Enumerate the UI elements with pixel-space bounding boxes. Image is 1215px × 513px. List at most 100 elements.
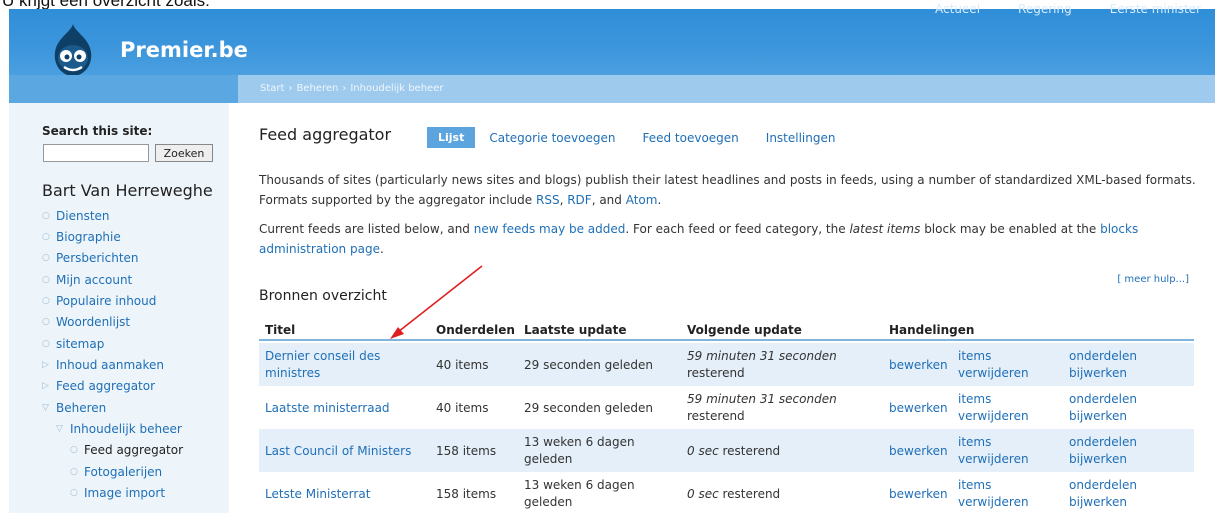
triangle-down-icon: ▽: [42, 403, 49, 413]
feed-items-count: 158 items: [436, 487, 497, 501]
feed-last-update: 29 seconden geleden: [524, 358, 654, 372]
table-row: Dernier conseil des ministres 40 items 2…: [259, 343, 1194, 386]
breadcrumb-bar: Start › Beheren › Inhoudelijk beheer: [238, 75, 1215, 103]
drupal-logo-icon[interactable]: [45, 22, 101, 78]
breadcrumb-start[interactable]: Start: [260, 83, 284, 94]
tab-bar: Lijst Categorie toevoegen Feed toevoegen…: [427, 127, 862, 148]
sidebar-item-image-import[interactable]: ○ Image import: [70, 484, 165, 502]
triangle-right-icon: ▷: [42, 360, 49, 370]
table-row: Laatste ministerraad 40 items 29 seconde…: [259, 386, 1194, 429]
feed-title-link[interactable]: Last Council of Ministers: [265, 443, 415, 460]
site-name[interactable]: Premier.be: [120, 38, 248, 62]
feed-last-update: 13 weken 6 dagen geleden: [524, 435, 635, 466]
user-name-heading: Bart Van Herreweghe: [42, 181, 213, 200]
circle-bullet-icon: ○: [70, 445, 78, 455]
sidebar-item-populaire-inhoud[interactable]: ○ Populaire inhoud: [42, 292, 156, 310]
update-items-link[interactable]: onderdelen bijwerken: [1069, 477, 1169, 511]
top-navigation: Actueel Regering Eerste minister: [935, 2, 1201, 16]
feed-title-link[interactable]: Letste Ministerrat: [265, 486, 415, 503]
feed-items-count: 158 items: [436, 444, 497, 458]
tab-instellingen[interactable]: Instellingen: [766, 131, 836, 145]
rdf-link[interactable]: RDF: [567, 193, 591, 207]
column-header-handelingen: Handelingen: [889, 323, 975, 337]
circle-bullet-icon: ○: [42, 296, 50, 306]
remove-items-link[interactable]: items verwijderen: [958, 391, 1048, 425]
edit-feed-link[interactable]: bewerken: [889, 443, 948, 460]
column-header-onderdelen: Onderdelen: [436, 323, 515, 337]
page-title: Feed aggregator: [259, 125, 392, 144]
current-feeds-paragraph: Current feeds are listed below, and new …: [259, 222, 1139, 256]
sidebar-item-inhoud-aanmaken[interactable]: ▷ Inhoud aanmaken: [42, 356, 164, 374]
circle-bullet-icon: ○: [70, 467, 78, 477]
topnav-regering[interactable]: Regering: [1018, 2, 1072, 16]
breadcrumb-separator: ›: [342, 83, 347, 94]
circle-bullet-icon: ○: [42, 232, 50, 242]
new-feeds-link[interactable]: new feeds may be added: [474, 222, 626, 236]
feed-items-count: 40 items: [436, 358, 489, 372]
sidebar-item-persberichten[interactable]: ○ Persberichten: [42, 249, 139, 267]
feed-last-update: 13 weken 6 dagen geleden: [524, 478, 635, 509]
breadcrumb-beheren[interactable]: Beheren: [296, 83, 338, 94]
circle-bullet-icon: ○: [70, 488, 78, 498]
header-band: Start › Beheren › Inhoudelijk beheer: [9, 75, 1215, 103]
tab-categorie-toevoegen[interactable]: Categorie toevoegen: [489, 131, 615, 145]
intro-paragraph: Thousands of sites (particularly news si…: [259, 173, 1196, 207]
column-header-laatste-update: Laatste update: [524, 323, 627, 337]
table-header: Titel Onderdelen Laatste update Volgende…: [259, 319, 1194, 341]
table-row: Last Council of Ministers 158 items 13 w…: [259, 429, 1194, 472]
circle-bullet-icon: ○: [42, 339, 50, 349]
sidebar-item-mijn-account[interactable]: ○ Mijn account: [42, 271, 132, 289]
column-header-volgende-update: Volgende update: [687, 323, 802, 337]
sidebar-item-feed-aggregator[interactable]: ▷ Feed aggregator: [42, 377, 155, 395]
search-button[interactable]: Zoeken: [155, 144, 213, 162]
circle-bullet-icon: ○: [42, 253, 50, 263]
topnav-eerste-minister[interactable]: Eerste minister: [1110, 2, 1201, 16]
edit-feed-link[interactable]: bewerken: [889, 486, 948, 503]
sidebar-item-beheren[interactable]: ▽ Beheren: [42, 399, 106, 417]
sidebar-item-biographie[interactable]: ○ Biographie: [42, 228, 121, 246]
breadcrumb: Start › Beheren › Inhoudelijk beheer: [260, 83, 443, 94]
sidebar: Search this site: Zoeken Bart Van Herrew…: [9, 103, 229, 513]
section-title: Bronnen overzicht: [259, 288, 387, 304]
edit-feed-link[interactable]: bewerken: [889, 400, 948, 417]
search-label: Search this site:: [42, 124, 153, 138]
sidebar-item-woordenlijst[interactable]: ○ Woordenlijst: [42, 313, 130, 331]
feed-title-link[interactable]: Dernier conseil des ministres: [265, 348, 415, 382]
feed-title-link[interactable]: Laatste ministerraad: [265, 400, 415, 417]
sidebar-item-diensten[interactable]: ○ Diensten: [42, 207, 110, 225]
remove-items-link[interactable]: items verwijderen: [958, 477, 1048, 511]
remove-items-link[interactable]: items verwijderen: [958, 434, 1048, 468]
circle-bullet-icon: ○: [42, 211, 50, 221]
more-help-link[interactable]: [ meer hulp...]: [1117, 274, 1189, 285]
table-row: Letste Ministerrat 158 items 13 weken 6 …: [259, 472, 1194, 513]
circle-bullet-icon: ○: [42, 275, 50, 285]
breadcrumb-inhoudelijk-beheer[interactable]: Inhoudelijk beheer: [350, 83, 443, 94]
feed-next-update: 59 minuten 31 seconden resterend: [687, 349, 837, 380]
tab-feed-toevoegen[interactable]: Feed toevoegen: [642, 131, 738, 145]
rss-link[interactable]: RSS: [536, 193, 560, 207]
edit-feed-link[interactable]: bewerken: [889, 357, 948, 374]
triangle-right-icon: ▷: [42, 381, 49, 391]
feed-last-update: 29 seconden geleden: [524, 401, 654, 415]
search-input[interactable]: [43, 144, 149, 162]
sidebar-item-inhoudelijk-beheer[interactable]: ▽ Inhoudelijk beheer: [56, 420, 182, 438]
topnav-actueel[interactable]: Actueel: [935, 2, 980, 16]
site-header: Premier.be Actueel Regering Eerste minis…: [9, 2, 1215, 78]
sidebar-item-feed-aggregator-active[interactable]: ○ Feed aggregator: [70, 441, 183, 459]
feed-next-update: 0 sec resterend: [687, 444, 781, 458]
sidebar-item-fotogalerijen[interactable]: ○ Fotogalerijen: [70, 463, 162, 481]
main-content: Feed aggregator Lijst Categorie toevoege…: [238, 103, 1215, 513]
remove-items-link[interactable]: items verwijderen: [958, 348, 1048, 382]
column-header-titel: Titel: [265, 323, 296, 337]
update-items-link[interactable]: onderdelen bijwerken: [1069, 348, 1169, 382]
breadcrumb-separator: ›: [288, 83, 293, 94]
atom-link[interactable]: Atom: [626, 193, 658, 207]
triangle-down-icon: ▽: [56, 424, 63, 434]
update-items-link[interactable]: onderdelen bijwerken: [1069, 434, 1169, 468]
update-items-link[interactable]: onderdelen bijwerken: [1069, 391, 1169, 425]
feed-items-count: 40 items: [436, 401, 489, 415]
circle-bullet-icon: ○: [42, 317, 50, 327]
tab-lijst[interactable]: Lijst: [427, 127, 476, 148]
sidebar-item-sitemap[interactable]: ○ sitemap: [42, 335, 104, 353]
caption-text: U krijgt een overzicht zoals:: [2, 0, 210, 9]
